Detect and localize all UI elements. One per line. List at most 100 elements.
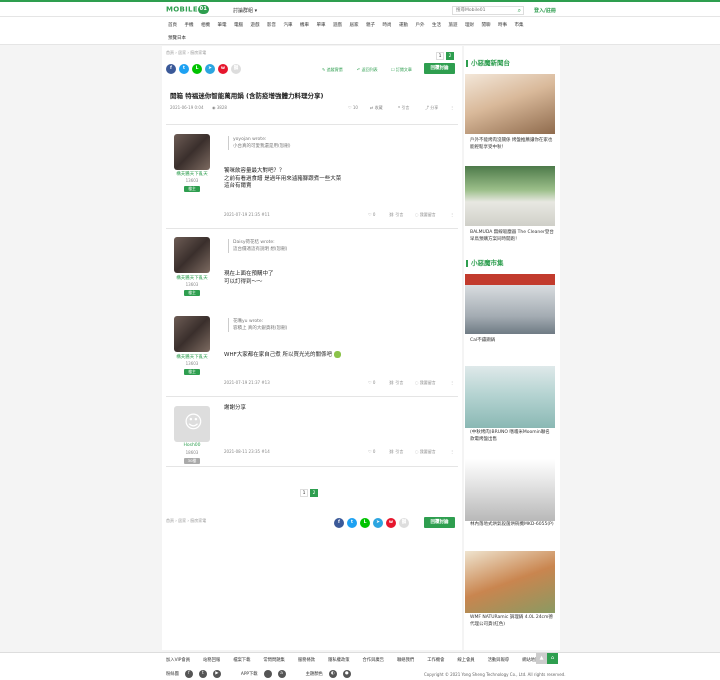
nav-item[interactable]: 旅遊 [449, 22, 458, 28]
news-image[interactable] [465, 166, 555, 226]
post-more-icon[interactable]: ⋮ [450, 449, 454, 454]
post-reply-button[interactable]: ◌ 我要留言 [415, 212, 436, 218]
facebook-icon[interactable]: f [184, 670, 193, 678]
market-image[interactable] [465, 459, 555, 521]
forum-group-menu[interactable]: 討論群組 ▾ [233, 7, 257, 14]
site-logo[interactable]: MOBILE 01 [166, 5, 209, 14]
post-quote-button[interactable]: ⛓ 引言 [389, 212, 403, 218]
post-more-icon[interactable]: ⋮ [450, 380, 454, 385]
breadcrumb-bottom[interactable]: 首頁 › 居家 › 廚房家電 [166, 518, 206, 524]
nav-item[interactable]: 運動 [399, 22, 408, 28]
footer-link[interactable]: 線上會員 [457, 657, 474, 663]
news-caption[interactable]: BALMUDA 無線吸塵器 The Cleaner登台 早鳥預購方案同時開跑！ [470, 230, 554, 243]
link-icon[interactable]: ⛓ [231, 64, 241, 74]
weibo-icon[interactable]: w [218, 64, 228, 74]
nav-item[interactable]: 電腦 [234, 22, 243, 28]
nav-item[interactable]: 生活 [432, 22, 441, 28]
back-list-link[interactable]: ↶ 返回列表 [357, 67, 378, 73]
nav-item[interactable]: 機車 [300, 22, 309, 28]
facebook-icon[interactable]: f [166, 64, 176, 74]
telegram-icon[interactable]: ➤ [373, 518, 383, 528]
post-author[interactable]: 構夫醬天下亂天 [172, 275, 212, 281]
line-icon[interactable]: L [192, 64, 202, 74]
weibo-icon[interactable]: w [386, 518, 396, 528]
more-menu-icon[interactable]: ⋮ [450, 105, 454, 110]
link-icon[interactable]: ⛓ [399, 518, 409, 528]
facebook-icon[interactable]: f [334, 518, 344, 528]
quote-button[interactable]: ❝ 引言 [398, 105, 409, 111]
footer-link[interactable]: 加入VIP會員 [166, 657, 190, 663]
post-quote-button[interactable]: ⛓ 引言 [389, 449, 403, 455]
nav-item[interactable]: 親子 [366, 22, 375, 28]
nav-item[interactable]: 手機 [185, 22, 194, 28]
nav-item[interactable]: 首頁 [168, 22, 177, 28]
footer-link[interactable]: 合作與廣告 [363, 657, 384, 663]
post-quote-button[interactable]: ⛓ 引言 [389, 380, 403, 386]
market-caption[interactable]: (中秋烤肉)BRUNO 嗜嚐米Moomin聯名款電烤盤出售 [470, 430, 554, 443]
market-image[interactable] [465, 274, 555, 334]
post-author[interactable]: 構夫醬天下亂天 [172, 171, 212, 177]
post-author[interactable]: 構夫醬天下亂天 [172, 354, 212, 360]
avatar[interactable] [174, 316, 210, 352]
track-price-link[interactable]: ✎ 追蹤實價 [322, 67, 343, 73]
nav-item[interactable]: 閒聊 [482, 22, 491, 28]
market-caption[interactable]: Cal不鏽鋼鍋 [470, 338, 554, 345]
page-2-button[interactable]: 2 [446, 52, 454, 60]
footer-link[interactable]: 站務回報 [203, 657, 220, 663]
twitter-icon[interactable]: t [198, 670, 207, 678]
search-icon[interactable]: ⌕ [518, 7, 521, 14]
thread-likes[interactable]: ♡ 10 [348, 105, 358, 110]
avatar[interactable] [174, 134, 210, 170]
login-link[interactable]: 登入/註冊 [534, 7, 556, 14]
footer-link[interactable]: 聯絡我們 [397, 657, 414, 663]
search-box[interactable]: ⌕ [452, 6, 524, 15]
post-like-button[interactable]: ♡ 0 [368, 449, 375, 454]
news-image[interactable] [465, 74, 555, 134]
nav-item[interactable]: 市集 [515, 22, 524, 28]
nav-item[interactable]: 遊戲 [333, 22, 342, 28]
nav-item[interactable]: 遊戲 [251, 22, 260, 28]
market-caption[interactable]: WMF NATURamic 調理鍋 4.0L 24cm德代理公司貨(紅色) [470, 615, 554, 628]
news-caption[interactable]: 戶外不能烤肉沒關係 烤盤推薦讓你在家也能輕鬆享受中秋！ [470, 138, 554, 151]
nav-item[interactable]: 相機 [201, 22, 210, 28]
twitter-icon[interactable]: t [347, 518, 357, 528]
reply-button-top[interactable]: 回覆討論 [424, 63, 455, 74]
android-icon[interactable]: a [277, 670, 286, 678]
nav-item[interactable]: 汽車 [284, 22, 293, 28]
avatar[interactable] [174, 406, 210, 442]
theme-light-icon[interactable]: ◐ [328, 670, 337, 678]
footer-link[interactable]: 服務條款 [298, 657, 315, 663]
subscribe-link[interactable]: ☐ 訂閱文章 [391, 67, 412, 73]
nav-item[interactable]: 影音 [267, 22, 276, 28]
twitter-icon[interactable]: t [179, 64, 189, 74]
post-reply-button[interactable]: ◌ 我要留言 [415, 380, 436, 386]
market-caption[interactable]: 林內落地式烘氣殺菌烘碗機MKD-6055(P) [470, 522, 554, 529]
nav-item[interactable]: 筆電 [218, 22, 227, 28]
avatar[interactable] [174, 237, 210, 273]
footer-link[interactable]: 工作機會 [427, 657, 444, 663]
post-like-button[interactable]: ♡ 0 [368, 380, 375, 385]
home-icon[interactable]: ⌂ [547, 653, 558, 664]
page-1-button[interactable]: 1 [436, 52, 444, 60]
page-2-button[interactable]: 2 [310, 489, 318, 497]
breadcrumb[interactable]: 首頁 › 居家 › 廚房家電 [166, 50, 206, 56]
nav-item[interactable]: 時尚 [383, 22, 392, 28]
reply-button-bottom[interactable]: 回覆討論 [424, 517, 455, 528]
search-input[interactable] [453, 7, 511, 14]
market-image[interactable] [465, 551, 555, 613]
line-icon[interactable]: L [360, 518, 370, 528]
youtube-icon[interactable]: ▶ [212, 670, 221, 678]
post-like-button[interactable]: ♡ 0 [368, 212, 375, 217]
nav-item[interactable]: 單車 [317, 22, 326, 28]
scroll-top-icon[interactable]: ▲ [536, 653, 547, 664]
share-button[interactable]: ⤴ 分享 [425, 105, 438, 111]
telegram-icon[interactable]: ➤ [205, 64, 215, 74]
footer-link[interactable]: 常問問題集 [263, 657, 284, 663]
footer-link[interactable]: 活動與報導 [488, 657, 509, 663]
nav-item[interactable]: 理財 [465, 22, 474, 28]
apple-icon[interactable] [263, 670, 272, 678]
page-1-button[interactable]: 1 [300, 489, 308, 497]
nav-item[interactable]: 居家 [350, 22, 359, 28]
post-more-icon[interactable]: ⋮ [450, 212, 454, 217]
post-author[interactable]: Hosh00 [172, 443, 212, 448]
